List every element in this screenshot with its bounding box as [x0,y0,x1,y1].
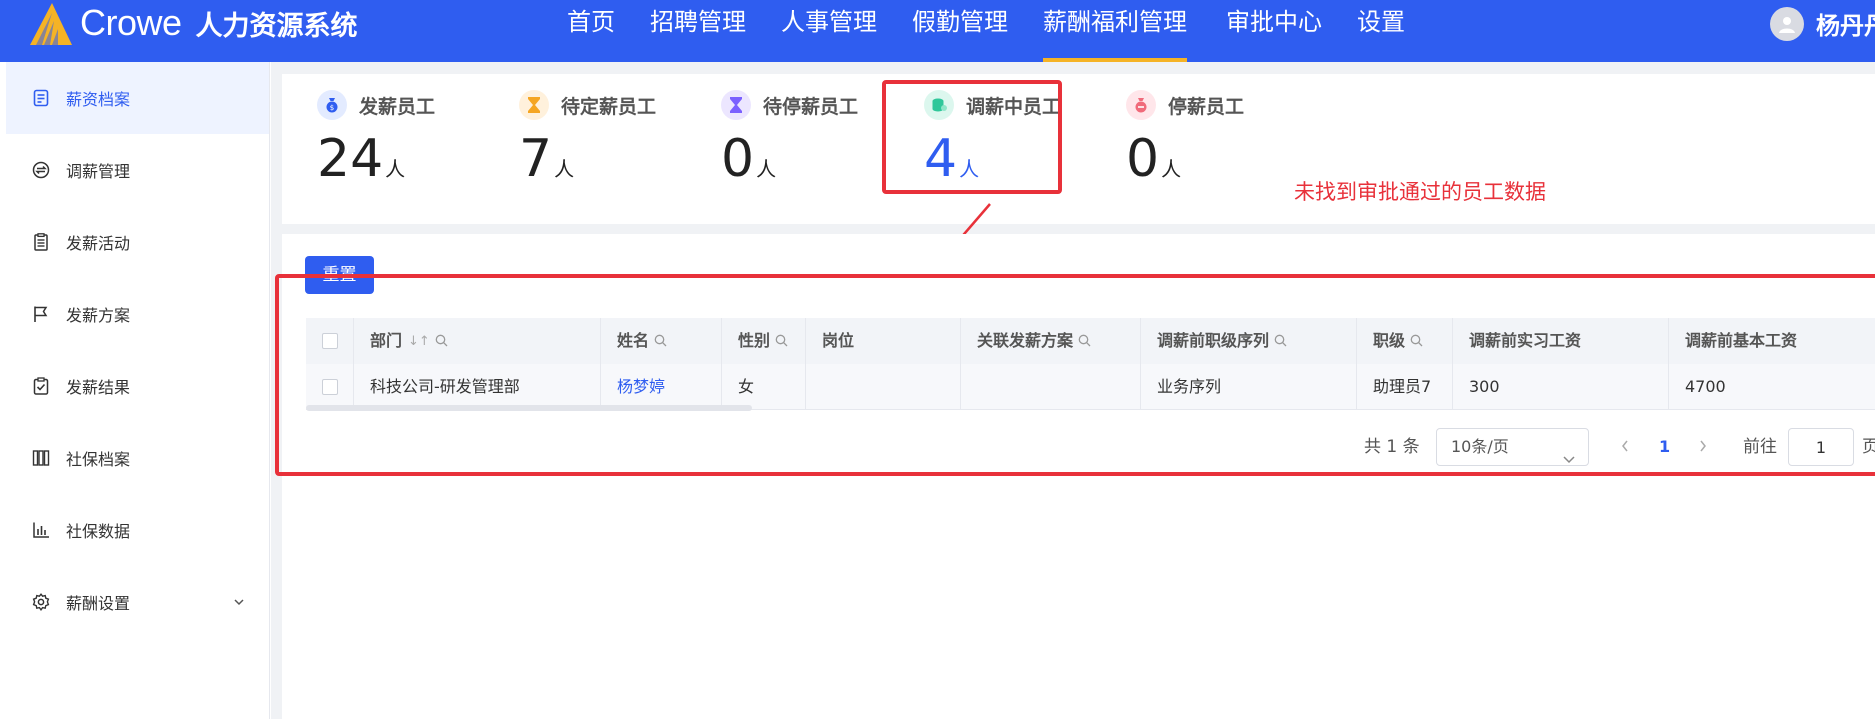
nav-home[interactable]: 首页 [567,0,615,62]
money-bag-icon: $ [317,90,347,120]
exchange-icon [30,159,52,181]
flag-icon [30,303,52,325]
app-window: Crowe 人力资源系统 首页 招聘管理 人事管理 假勤管理 薪酬福利管理 审批… [0,0,1875,719]
sidebar-item-label: 发薪活动 [66,234,131,253]
stat-unit: 人 [756,157,777,181]
stat-paid-employees[interactable]: $ 发薪员工 24 人 [317,88,517,218]
highlight-box [275,274,1875,476]
stat-pending-salary[interactable]: 待定薪员工 7 人 [519,88,719,218]
sidebar-item-payroll-plan[interactable]: 发薪方案 [6,278,269,350]
stat-value: 0 [1126,129,1160,189]
sidebar-item-social-data[interactable]: 社保数据 [6,494,269,566]
logo: Crowe 人力资源系统 [28,0,358,46]
list-icon [30,231,52,253]
stat-title: 发薪员工 [359,95,436,118]
sidebar-item-salary-adjust[interactable]: 调薪管理 [6,134,269,206]
hourglass-icon [721,90,751,120]
hourglass-icon [519,90,549,120]
nav-personnel[interactable]: 人事管理 [781,0,877,62]
user-menu[interactable]: 杨丹丹 [1770,6,1875,41]
user-name: 杨丹丹 [1816,12,1875,40]
money-stop-icon [1126,90,1156,120]
sidebar-item-label: 调薪管理 [66,162,131,181]
sidebar-item-payroll-activity[interactable]: 发薪活动 [6,206,269,278]
bar-chart-icon [30,519,52,541]
sidebar: 薪资档案 调薪管理 发薪活动 发薪方案 发薪结果 社保档案 社保数据 薪酬设置 [6,62,270,719]
stat-unit: 人 [385,157,406,181]
clipboard-check-icon [30,375,52,397]
system-name: 人力资源系统 [195,10,358,42]
document-icon [30,87,52,109]
stat-value: 7 [519,129,553,189]
stat-title: 待定薪员工 [561,95,657,118]
nav-compensation[interactable]: 薪酬福利管理 [1043,0,1187,62]
crowe-logo-icon [30,3,72,45]
stats-card: $ 发薪员工 24 人 待定薪员工 7 人 待停薪员工 0 人 调薪中员工 4 … [282,74,1875,224]
avatar[interactable] [1770,6,1804,41]
nav-recruitment[interactable]: 招聘管理 [650,0,746,62]
stat-unit: 人 [1161,157,1182,181]
gear-icon [30,591,52,613]
sidebar-item-compensation-settings[interactable]: 薪酬设置 [6,566,269,638]
sidebar-item-label: 发薪方案 [66,306,131,325]
stat-title: 停薪员工 [1168,95,1245,118]
sidebar-item-label: 薪酬设置 [66,594,131,613]
stat-value: 24 [317,129,384,189]
brand-name: Crowe [80,2,182,43]
highlight-box [882,80,1062,194]
annotation-text: 未找到审批通过的员工数据 [1294,180,1546,204]
nav-approval[interactable]: 审批中心 [1226,0,1322,62]
sidebar-item-label: 发薪结果 [66,378,131,397]
stat-title: 待停薪员工 [763,95,859,118]
chevron-down-icon[interactable] [233,593,245,612]
stat-value: 0 [721,129,755,189]
svg-text:$: $ [330,104,334,112]
nav-settings[interactable]: 设置 [1357,0,1405,62]
nav-attendance[interactable]: 假勤管理 [912,0,1008,62]
user-icon [1779,16,1795,33]
sidebar-item-salary-archive[interactable]: 薪资档案 [6,62,269,134]
sidebar-item-payroll-result[interactable]: 发薪结果 [6,350,269,422]
sidebar-item-label: 薪资档案 [66,90,131,109]
top-bar: Crowe 人力资源系统 首页 招聘管理 人事管理 假勤管理 薪酬福利管理 审批… [0,0,1875,62]
stat-unit: 人 [554,157,575,181]
sidebar-item-label: 社保数据 [66,522,131,541]
